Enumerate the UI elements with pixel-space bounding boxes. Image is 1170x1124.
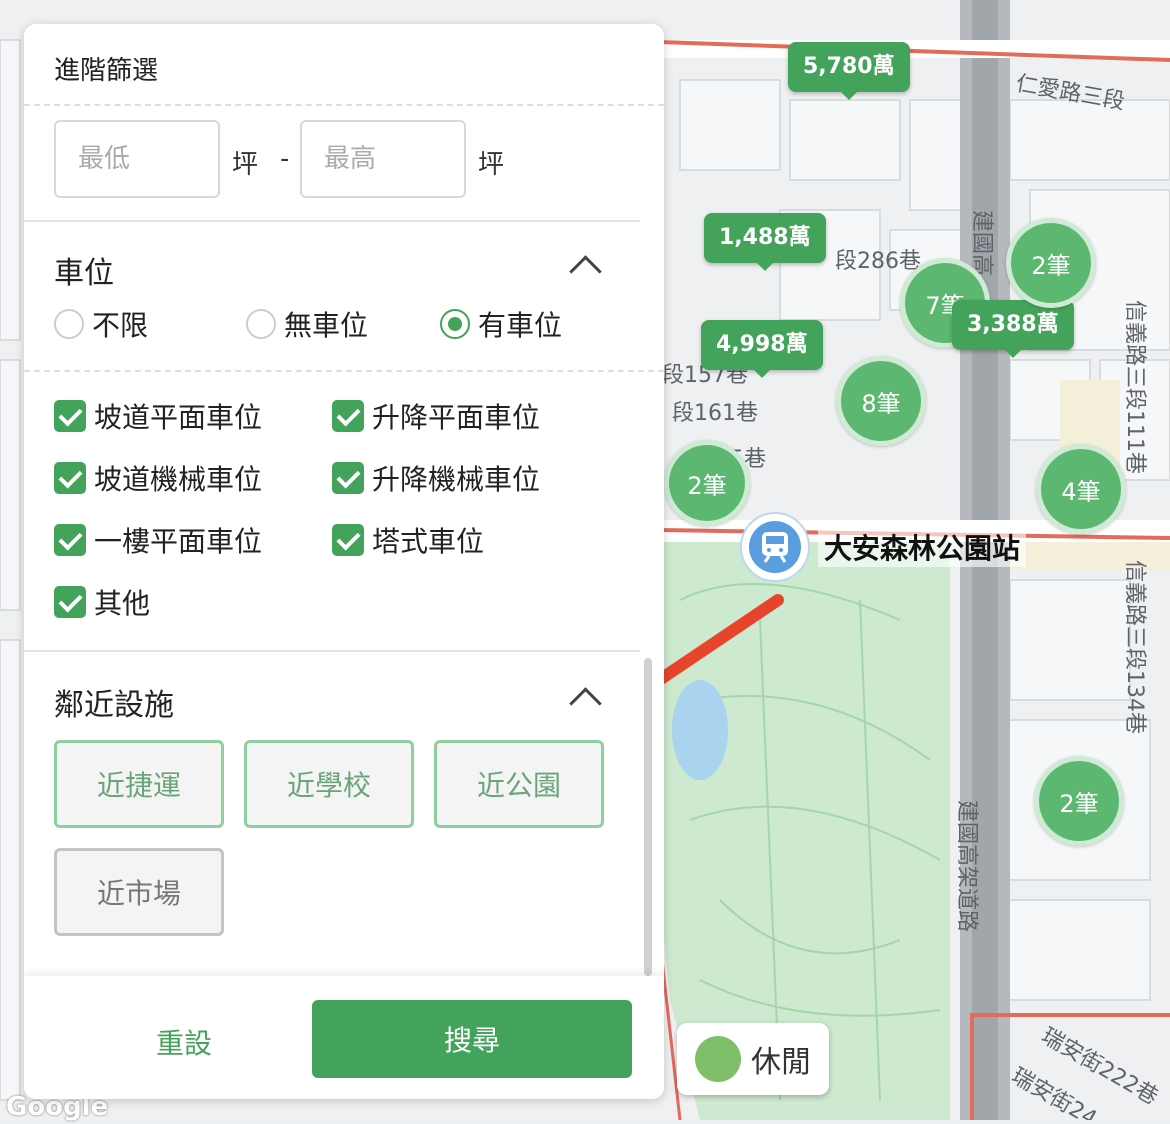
facility-near-school-button[interactable]: 近學校	[244, 740, 414, 828]
checkbox-checked-icon	[54, 400, 86, 432]
checkbox-checked-icon	[332, 462, 364, 494]
station-name: 大安森林公園站	[818, 527, 1027, 567]
checkbox-checked-icon	[54, 462, 86, 494]
leisure-layer-button[interactable]: 休閒	[677, 1023, 829, 1095]
divider	[24, 650, 640, 652]
radio-button-icon	[54, 309, 84, 339]
radio-no-parking[interactable]: 無車位	[246, 304, 368, 344]
count-cluster[interactable]: 2筆	[1006, 218, 1096, 308]
train-icon	[740, 512, 810, 582]
checkbox-other[interactable]: 其他	[54, 582, 150, 622]
panel-footer: 重設 搜尋	[24, 976, 664, 1099]
checkbox-ground-floor[interactable]: 一樓平面車位	[54, 520, 262, 560]
svg-text:信義路三段111巷: 信義路三段111巷	[1122, 300, 1147, 474]
radio-any[interactable]: 不限	[54, 304, 148, 344]
radio-label: 不限	[92, 309, 149, 342]
svg-text:建國高: 建國高	[969, 210, 994, 276]
radio-button-icon	[246, 309, 276, 339]
search-button[interactable]: 搜尋	[312, 1000, 632, 1078]
checkbox-checked-icon	[332, 524, 364, 556]
svg-text:建國高架道路: 建國高架道路	[954, 800, 979, 932]
price-pin[interactable]: 5,780萬	[788, 42, 910, 100]
svg-text:段161巷: 段161巷	[672, 401, 758, 426]
radio-selected-icon	[440, 309, 470, 339]
panel-title: 進階篩選	[54, 56, 159, 86]
checkbox-ramp-flat[interactable]: 坡道平面車位	[54, 396, 262, 436]
area-max-input[interactable]	[300, 120, 466, 198]
count-cluster[interactable]: 8筆	[836, 356, 926, 446]
area-separator: -	[280, 144, 290, 174]
facility-near-market-button[interactable]: 近市場	[54, 848, 224, 936]
radio-has-parking[interactable]: 有車位	[440, 304, 562, 344]
area-unit: 坪	[478, 150, 505, 180]
park-pond	[672, 680, 728, 780]
checkbox-label: 升降平面車位	[372, 401, 541, 434]
area-min-input[interactable]	[54, 120, 220, 198]
reset-button[interactable]: 重設	[114, 1004, 254, 1080]
parking-section-title: 車位	[54, 256, 114, 291]
advanced-filter-panel: 進階篩選 坪 - 坪 車位 不限 無車位 有車位 坡道平面車位 升降平面車位 坡…	[24, 24, 664, 1099]
divider	[24, 370, 664, 372]
checkbox-tower[interactable]: 塔式車位	[332, 520, 484, 560]
checkbox-lift-flat[interactable]: 升降平面車位	[332, 396, 540, 436]
checkbox-checked-icon	[54, 524, 86, 556]
scrollbar[interactable]	[644, 658, 652, 976]
divider	[24, 220, 640, 222]
checkbox-label: 升降機械車位	[372, 463, 541, 496]
checkbox-label: 一樓平面車位	[94, 525, 263, 558]
facility-near-mrt-button[interactable]: 近捷運	[54, 740, 224, 828]
checkbox-checked-icon	[332, 400, 364, 432]
checkbox-checked-icon	[54, 586, 86, 618]
facilities-section-title: 鄰近設施	[54, 688, 174, 723]
count-cluster[interactable]: 2筆	[664, 440, 750, 526]
checkbox-ramp-mechanical[interactable]: 坡道機械車位	[54, 458, 262, 498]
svg-text:段286巷: 段286巷	[835, 249, 921, 274]
mrt-station-marker[interactable]: 大安森林公園站	[740, 512, 1027, 582]
price-pin[interactable]: 4,998萬	[701, 320, 823, 378]
divider	[24, 104, 664, 106]
leisure-label: 休閒	[751, 1045, 811, 1080]
checkbox-label: 其他	[94, 587, 151, 620]
park-bench-icon	[695, 1036, 741, 1082]
checkbox-label: 塔式車位	[372, 525, 485, 558]
checkbox-lift-mechanical[interactable]: 升降機械車位	[332, 458, 540, 498]
count-cluster[interactable]: 4筆	[1036, 444, 1126, 534]
svg-text:信義路三段134巷: 信義路三段134巷	[1122, 560, 1147, 734]
collapse-chevron-icon[interactable]	[569, 255, 602, 288]
count-cluster[interactable]: 2筆	[1034, 756, 1124, 846]
radio-label: 無車位	[284, 309, 369, 342]
facility-near-park-button[interactable]: 近公園	[434, 740, 604, 828]
checkbox-label: 坡道平面車位	[94, 401, 263, 434]
price-pin[interactable]: 1,488萬	[704, 213, 826, 271]
checkbox-label: 坡道機械車位	[94, 463, 263, 496]
area-unit: 坪	[232, 150, 259, 180]
radio-label: 有車位	[478, 309, 563, 342]
collapse-chevron-icon[interactable]	[569, 687, 602, 720]
